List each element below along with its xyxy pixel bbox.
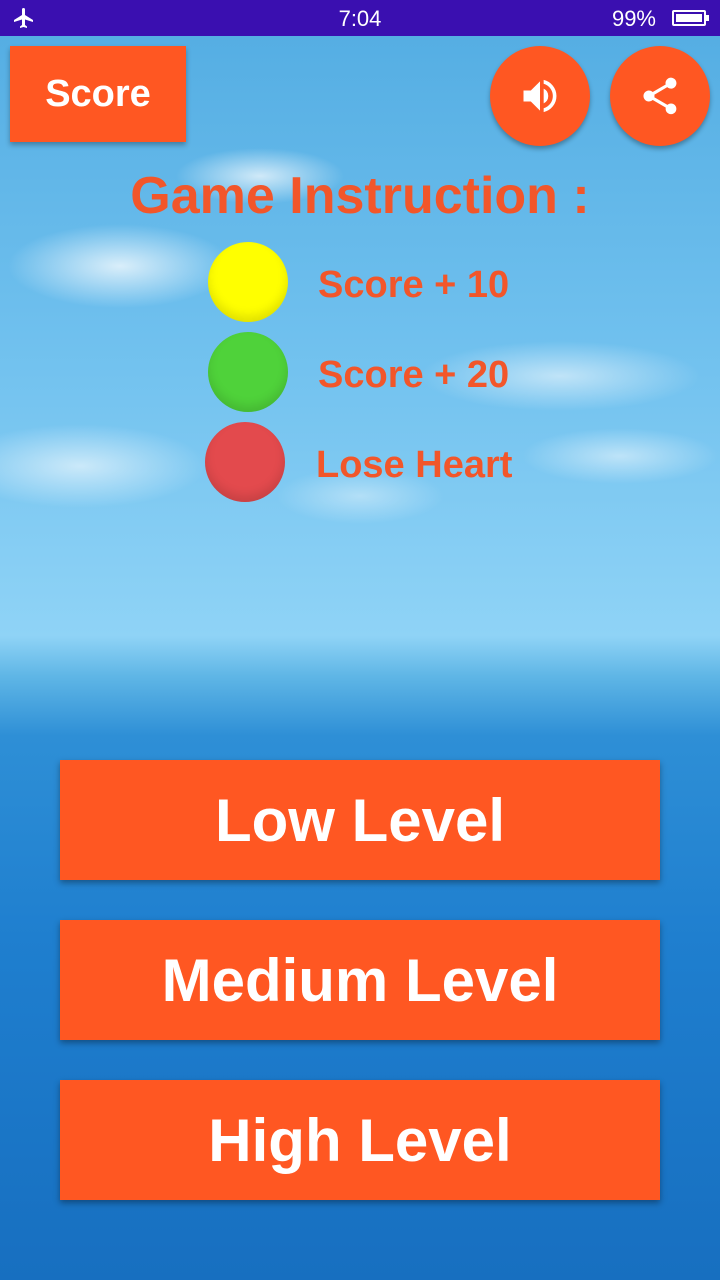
speaker-icon: [523, 79, 557, 113]
share-icon: [643, 77, 677, 115]
legend-label-yellow: Score + 10: [318, 264, 510, 306]
legend-label-green: Score + 20: [318, 354, 510, 396]
battery-icon: [672, 10, 709, 26]
score-button[interactable]: Score: [10, 46, 186, 142]
medium-level-button[interactable]: Medium Level: [60, 920, 660, 1040]
yellow-ball-icon: [208, 242, 288, 322]
high-level-button[interactable]: High Level: [60, 1080, 660, 1200]
low-level-button[interactable]: Low Level: [60, 760, 660, 880]
instruction-title: Game Instruction :: [130, 167, 590, 225]
status-bar: 7:04 99%: [0, 0, 720, 36]
sound-button[interactable]: [490, 46, 590, 146]
legend-label-red: Lose Heart: [316, 444, 513, 486]
red-ball-icon: [205, 422, 285, 502]
green-ball-icon: [208, 332, 288, 412]
share-button[interactable]: [610, 46, 710, 146]
battery-percent: 99%: [611, 6, 656, 31]
